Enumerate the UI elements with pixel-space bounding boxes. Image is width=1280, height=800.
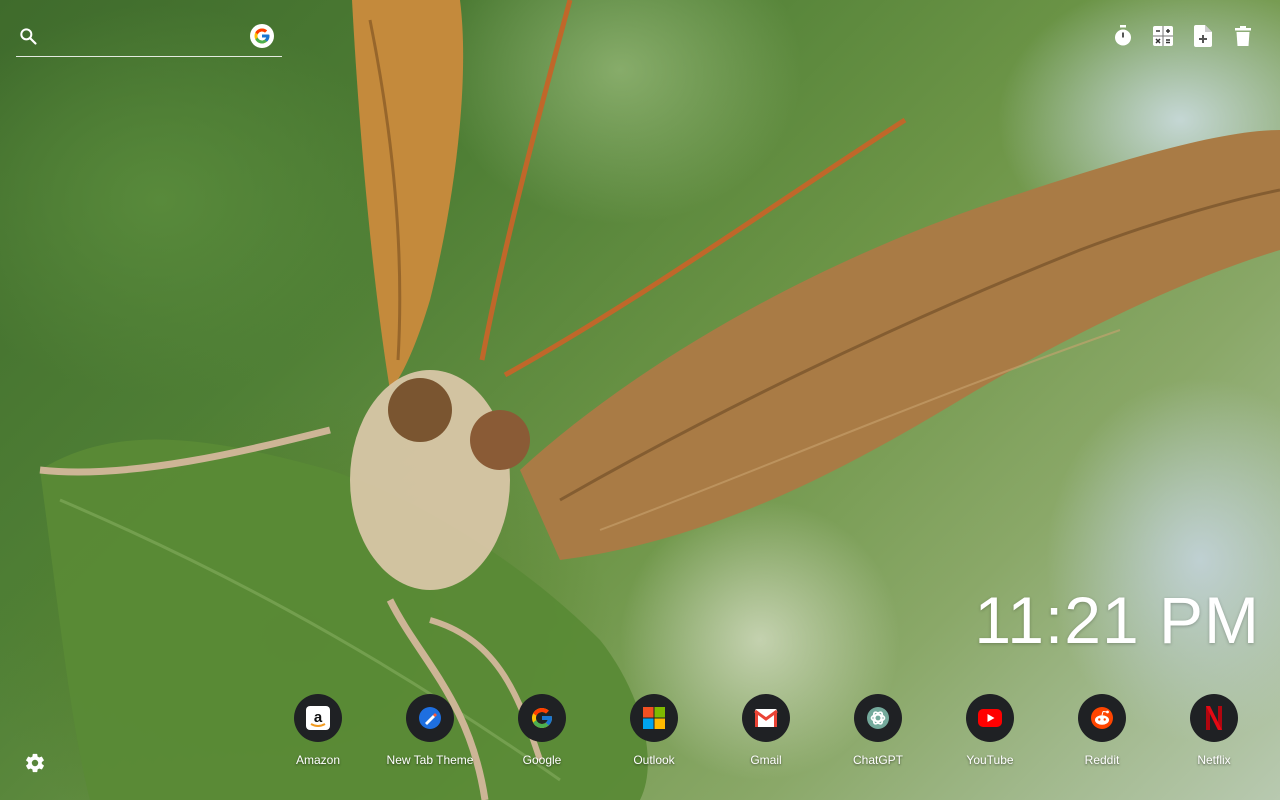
shortcut-label: YouTube	[966, 753, 1014, 767]
gear-icon[interactable]	[24, 752, 48, 776]
shortcut-label: ChatGPT	[852, 753, 903, 767]
gmail-icon	[742, 694, 790, 742]
shortcut-label: Gmail	[750, 753, 782, 767]
shortcut-label: Outlook	[633, 753, 675, 767]
top-toolbar	[1112, 24, 1254, 48]
wallpaper-background	[0, 0, 1280, 800]
shortcut-label: Amazon	[295, 753, 341, 767]
shortcuts-bar: a Amazon New Tab Theme Google Outlook Gm…	[262, 694, 1270, 767]
trash-icon[interactable]	[1232, 24, 1254, 48]
shortcut-label: Netflix	[1197, 753, 1231, 767]
search-input[interactable]	[48, 24, 242, 52]
microsoft-icon	[630, 694, 678, 742]
shortcut-google[interactable]: Google	[486, 694, 598, 767]
shortcut-label: Reddit	[1084, 753, 1120, 767]
netflix-icon	[1190, 694, 1238, 742]
shortcut-amazon[interactable]: a Amazon	[262, 694, 374, 767]
shortcut-label: New Tab Theme	[386, 753, 474, 767]
google-icon	[518, 694, 566, 742]
shortcut-label: Google	[522, 753, 562, 767]
shortcut-youtube[interactable]: YouTube	[934, 694, 1046, 767]
timer-icon[interactable]	[1112, 24, 1134, 48]
search-engine-google-icon[interactable]	[250, 24, 274, 48]
search-icon[interactable]	[18, 26, 38, 46]
add-file-icon[interactable]	[1192, 24, 1214, 48]
shortcut-netflix[interactable]: Netflix	[1158, 694, 1270, 767]
svg-text:a: a	[314, 709, 323, 726]
amazon-icon: a	[294, 694, 342, 742]
shortcut-outlook[interactable]: Outlook	[598, 694, 710, 767]
search-bar	[16, 20, 282, 57]
new-tab-theme-icon	[406, 694, 454, 742]
shortcut-gmail[interactable]: Gmail	[710, 694, 822, 767]
reddit-icon	[1078, 694, 1126, 742]
shortcut-new-tab-theme[interactable]: New Tab Theme	[374, 694, 486, 767]
clock-display: 11:21 PM	[974, 583, 1260, 657]
chatgpt-icon	[854, 694, 902, 742]
calculator-icon[interactable]	[1152, 24, 1174, 48]
butterfly-photo	[39, 0, 1280, 800]
shortcut-chatgpt[interactable]: ChatGPT	[822, 694, 934, 767]
youtube-icon	[966, 694, 1014, 742]
shortcut-reddit[interactable]: Reddit	[1046, 694, 1158, 767]
